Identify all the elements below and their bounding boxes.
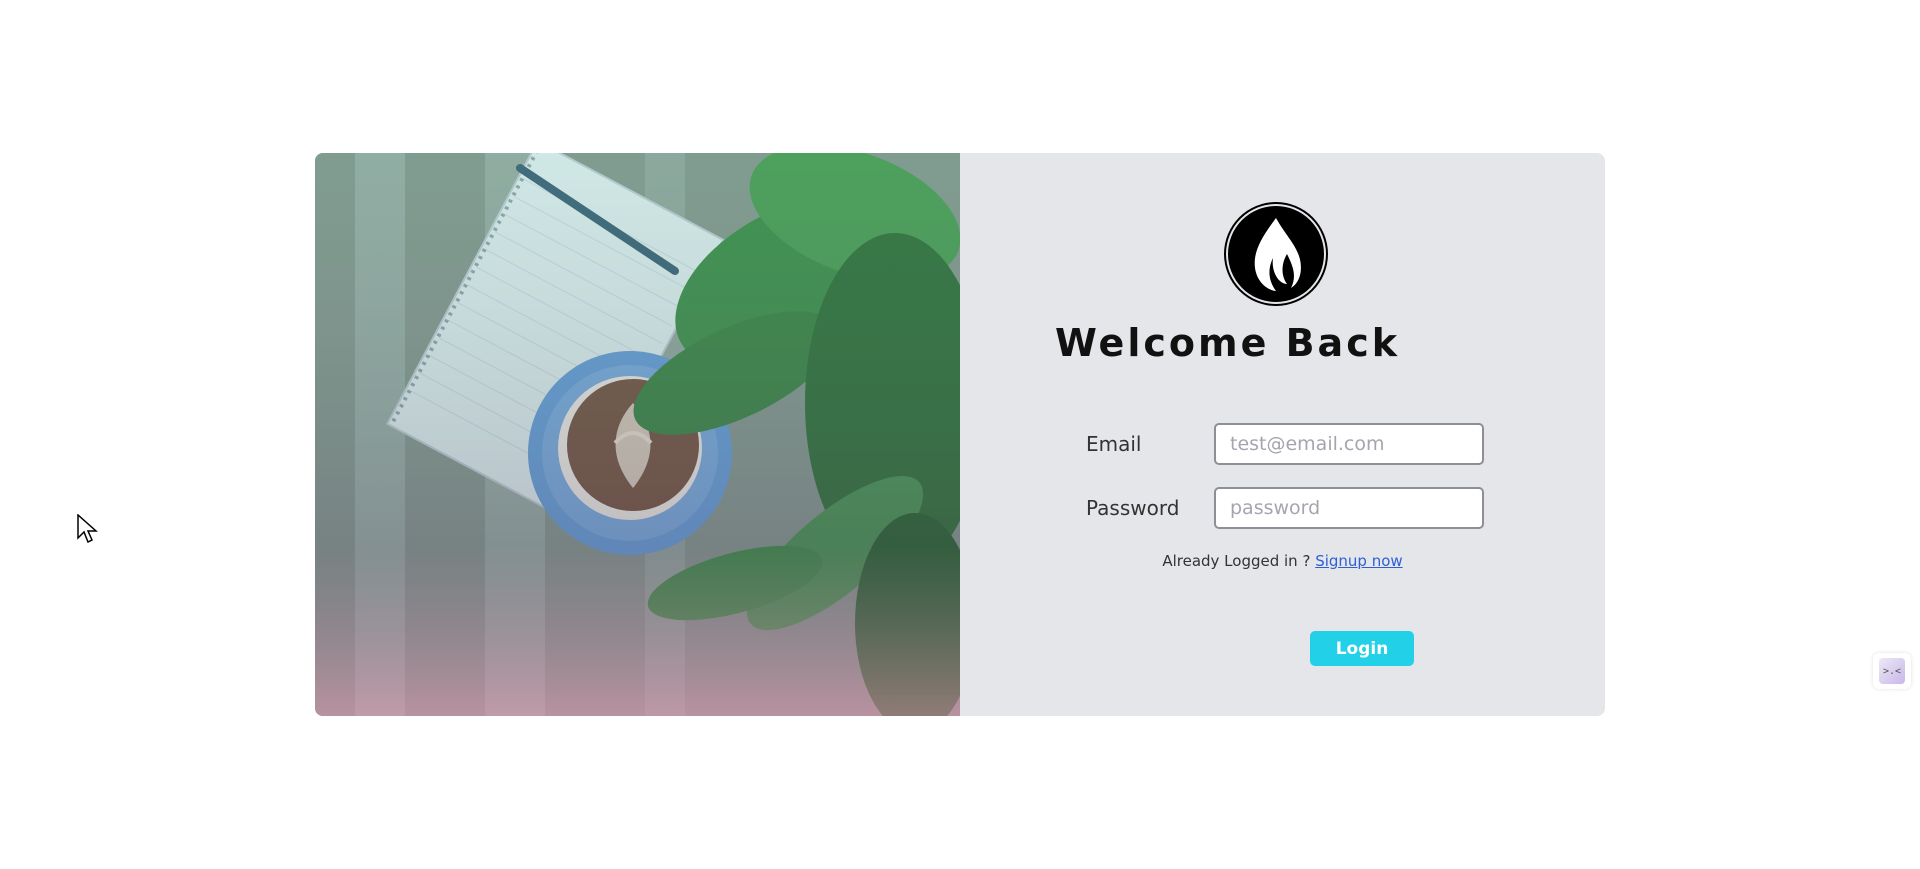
login-button[interactable]: Login xyxy=(1310,631,1414,666)
mouse-pointer-icon xyxy=(77,513,99,548)
email-field[interactable] xyxy=(1214,423,1484,465)
password-field[interactable] xyxy=(1214,487,1484,529)
assistant-widget-button[interactable]: >.< xyxy=(1873,653,1911,689)
signup-prompt: Already Logged in ? Signup now xyxy=(960,552,1605,570)
email-label: Email xyxy=(1086,432,1142,456)
password-label: Password xyxy=(1086,496,1180,520)
page-title: Welcome Back xyxy=(1055,321,1400,365)
password-row: Password xyxy=(1086,487,1484,529)
assistant-widget-icon: >.< xyxy=(1879,658,1905,684)
login-form-panel: Welcome Back Email Password Already Logg… xyxy=(960,153,1605,716)
hero-photo xyxy=(315,153,960,716)
email-row: Email xyxy=(1086,423,1484,465)
signup-link[interactable]: Signup now xyxy=(1315,552,1402,570)
login-card: Welcome Back Email Password Already Logg… xyxy=(315,153,1605,716)
signup-prompt-text: Already Logged in ? xyxy=(1162,552,1311,570)
flame-logo-icon xyxy=(1226,204,1326,304)
